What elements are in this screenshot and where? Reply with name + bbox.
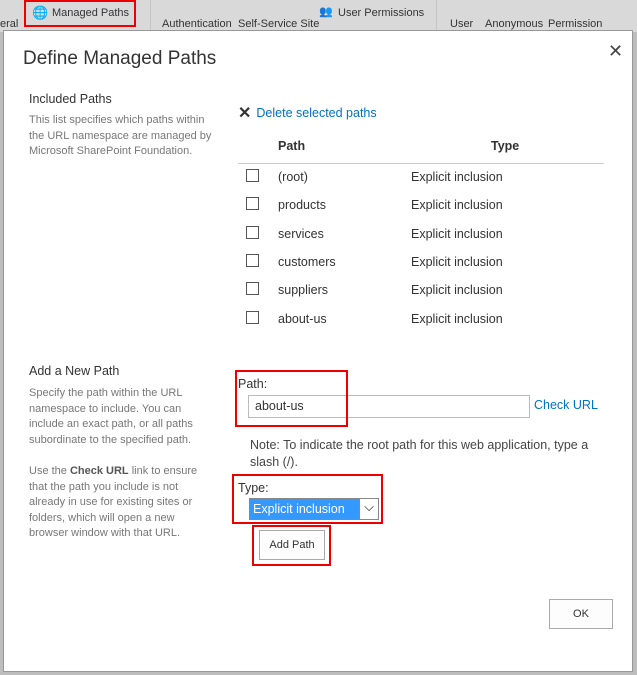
row-checkbox[interactable]: [246, 310, 259, 324]
row-checkbox[interactable]: [246, 254, 259, 268]
type-cell: Explicit inclusion: [411, 255, 503, 270]
column-header-type: Type: [491, 138, 520, 153]
check-url-description: Use the Check URL link to ensure that th…: [29, 465, 198, 539]
delete-selected-paths-label: Delete selected paths: [256, 106, 377, 120]
table-row: products Explicit inclusion: [238, 191, 604, 219]
user-permissions-icon: 👥: [319, 6, 333, 18]
included-paths-description: This list specifies which paths within t…: [29, 114, 212, 157]
ribbon-anonymous[interactable]: Anonymous: [485, 18, 543, 30]
path-cell: services: [278, 226, 324, 241]
paths-table: Path Type (root) Explicit inclusion prod…: [238, 129, 604, 333]
close-icon[interactable]: ✕: [608, 41, 623, 62]
type-cell: Explicit inclusion: [411, 170, 503, 185]
path-cell: about-us: [278, 311, 327, 326]
highlight-box: [252, 525, 331, 566]
table-row: customers Explicit inclusion: [238, 248, 604, 276]
type-cell: Explicit inclusion: [411, 311, 503, 326]
highlight-box: [24, 0, 136, 27]
highlight-box: [232, 474, 383, 524]
row-checkbox[interactable]: [246, 197, 259, 211]
ribbon-general[interactable]: eral: [0, 18, 18, 30]
define-managed-paths-dialog: Define Managed Paths ✕ Included Paths Th…: [3, 30, 633, 672]
ribbon-authentication[interactable]: Authentication: [162, 18, 232, 30]
delete-selected-paths-link[interactable]: ✕ Delete selected paths: [238, 103, 377, 123]
table-row: suppliers Explicit inclusion: [238, 276, 604, 304]
ribbon-user-permissions[interactable]: User Permissions: [338, 7, 424, 19]
row-checkbox[interactable]: [246, 282, 259, 296]
row-checkbox[interactable]: [246, 225, 259, 239]
ribbon: eral 🌐 Managed Paths Authentication Self…: [0, 0, 637, 32]
ok-button[interactable]: OK: [549, 599, 613, 629]
delete-x-icon: ✕: [238, 105, 252, 122]
included-paths-heading: Included Paths: [29, 92, 112, 106]
check-url-link[interactable]: Check URL: [534, 398, 598, 412]
row-checkbox[interactable]: [246, 169, 259, 183]
root-path-note: Note: To indicate the root path for this…: [250, 438, 589, 469]
path-cell: (root): [278, 170, 308, 185]
type-cell: Explicit inclusion: [411, 226, 503, 241]
type-cell: Explicit inclusion: [411, 283, 503, 298]
ribbon-self-service-site[interactable]: Self-Service Site: [238, 18, 319, 30]
ribbon-user[interactable]: User: [450, 18, 473, 30]
ribbon-permission[interactable]: Permission: [548, 18, 602, 30]
highlight-box: [235, 370, 348, 427]
table-row: about-us Explicit inclusion: [238, 304, 604, 332]
path-cell: customers: [278, 255, 336, 270]
path-cell: suppliers: [278, 283, 329, 298]
add-new-path-heading: Add a New Path: [29, 364, 120, 378]
column-header-path: Path: [278, 138, 306, 153]
dialog-title: Define Managed Paths: [23, 48, 217, 69]
table-row: (root) Explicit inclusion: [238, 163, 604, 191]
table-row: services Explicit inclusion: [238, 220, 604, 248]
path-cell: products: [278, 198, 326, 213]
add-path-description: Specify the path within the URL namespac…: [29, 387, 193, 446]
type-cell: Explicit inclusion: [411, 198, 503, 213]
